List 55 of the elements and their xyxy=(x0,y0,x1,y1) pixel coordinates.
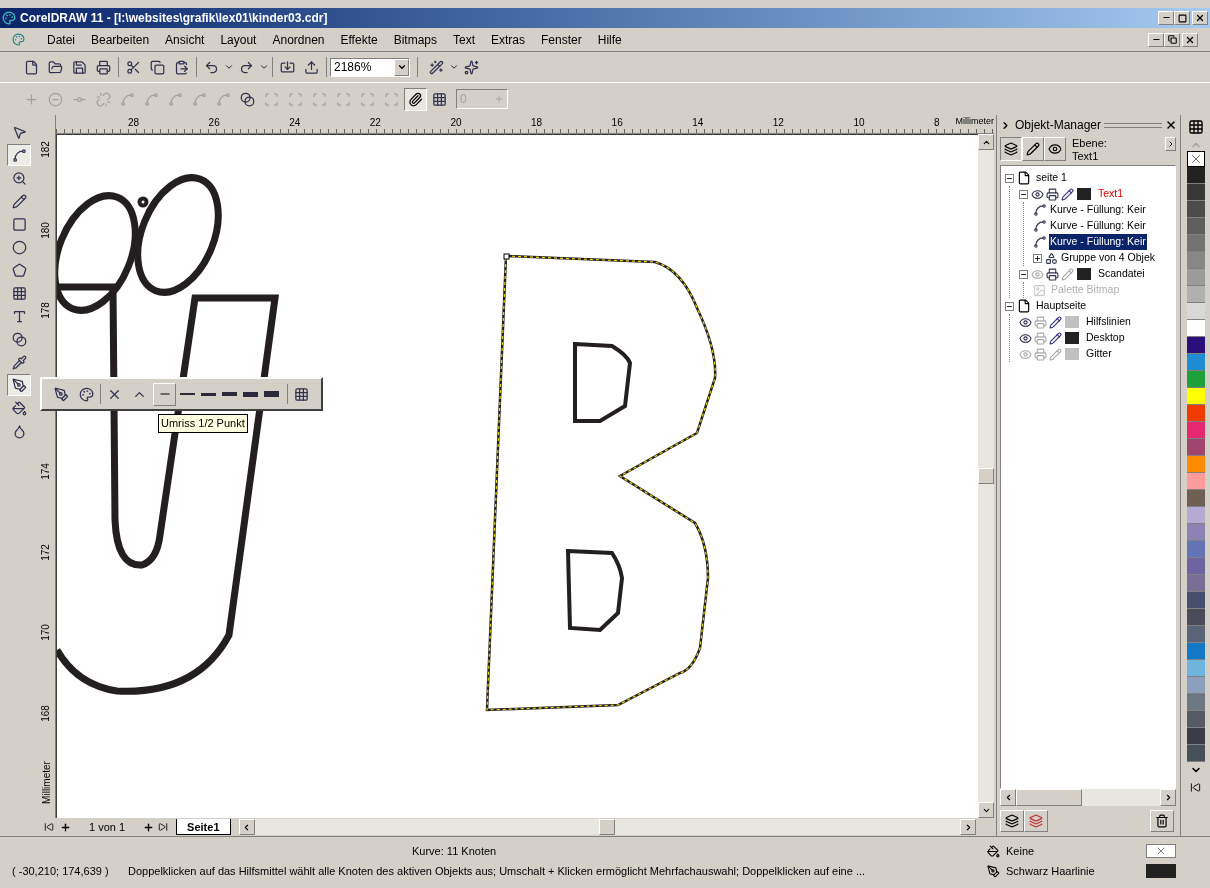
layer-name: Text1 xyxy=(1072,150,1100,163)
tree-item-label[interactable]: Text1 xyxy=(1097,186,1125,202)
menu-item[interactable]: Anordnen xyxy=(264,30,333,49)
ruler-label: 168 xyxy=(38,703,52,724)
status-hint: Doppelklicken auf das Hilfsmittel wählt alle Knoten des aktiven Objekts aus; Umschalt + Klicken ermöglicht Mehrfachauswahl; Doppelklicken auf eine ... xyxy=(128,863,866,879)
menu-item[interactable]: Datei xyxy=(39,30,83,49)
tree-item-label[interactable]: Desktop xyxy=(1085,330,1126,346)
menu-item[interactable]: Extras xyxy=(483,30,534,49)
ruler-label: 180 xyxy=(38,220,52,241)
tree-item-label[interactable]: seite 1 xyxy=(1035,170,1068,186)
page-tab[interactable]: Seite1 xyxy=(176,819,231,835)
ruler-label: 172 xyxy=(38,542,52,563)
ruler-label: 170 xyxy=(38,623,52,643)
object-info: Kurve: 11 Knoten xyxy=(412,843,497,859)
ruler-label: 10 xyxy=(853,116,865,130)
tree-item-label[interactable]: Kurve - Füllung: Keir xyxy=(1049,234,1147,250)
menu-item[interactable]: Ansicht xyxy=(157,30,213,49)
ruler-label: 182 xyxy=(38,140,52,160)
tree-item-label[interactable]: Scandatei xyxy=(1097,266,1146,282)
menu-item[interactable]: Fenster xyxy=(533,30,590,49)
tree-item-label[interactable]: Kurve - Füllung: Keir xyxy=(1049,218,1147,234)
ruler-label: 178 xyxy=(38,301,52,321)
ruler-label: 28 xyxy=(128,116,140,130)
tree-item-label[interactable]: Gruppe von 4 Objek xyxy=(1060,250,1156,266)
page-counter: 1 von 1 xyxy=(89,819,126,835)
ruler-label: 18 xyxy=(531,116,543,130)
menu-item[interactable]: Hilfe xyxy=(589,30,630,49)
cursor-coordinates: ( -30,210; 174,639 ) xyxy=(12,863,110,879)
tree-item-label[interactable]: Kurve - Füllung: Keir xyxy=(1049,202,1147,218)
zoom-dropdown[interactable]: 2186% xyxy=(330,57,410,77)
menu-item[interactable]: Bitmaps xyxy=(385,30,445,49)
ruler-label: 14 xyxy=(692,116,704,130)
menu-item[interactable]: Effekte xyxy=(332,30,386,49)
outline-status: Schwarz Haarlinie xyxy=(1006,863,1096,879)
ruler-unit: Millimeter xyxy=(39,760,53,806)
ruler-label: 174 xyxy=(38,462,52,482)
ruler-unit: Millimeter xyxy=(955,115,994,128)
ruler-label: 12 xyxy=(772,116,784,130)
menu-item[interactable]: Layout xyxy=(212,30,265,49)
menu-item[interactable]: Text xyxy=(445,30,483,49)
tree-item-label[interactable]: Hilfslinien xyxy=(1085,314,1132,330)
layer-caption: Ebene: xyxy=(1072,137,1107,150)
window-title: CorelDRAW 11 - [I:\websites\grafik\lex01\kinder03.cdr] xyxy=(20,10,328,27)
tree-item-label[interactable]: Gitter xyxy=(1085,346,1113,362)
menu-item[interactable]: Bearbeiten xyxy=(83,30,158,49)
docker-title: Objekt-Manager xyxy=(1015,117,1102,134)
ruler-label: 20 xyxy=(450,116,462,130)
ruler-label: 8 xyxy=(934,116,940,130)
ruler-label: 16 xyxy=(611,116,623,130)
ruler-label: 26 xyxy=(208,116,220,130)
fill-status: Keine xyxy=(1006,843,1036,859)
ruler-label: 24 xyxy=(289,116,301,130)
ruler-label: 22 xyxy=(369,116,381,130)
tree-item-label[interactable]: Hauptseite xyxy=(1035,298,1088,314)
tooltip: Umriss 1/2 Punkt xyxy=(158,414,248,433)
